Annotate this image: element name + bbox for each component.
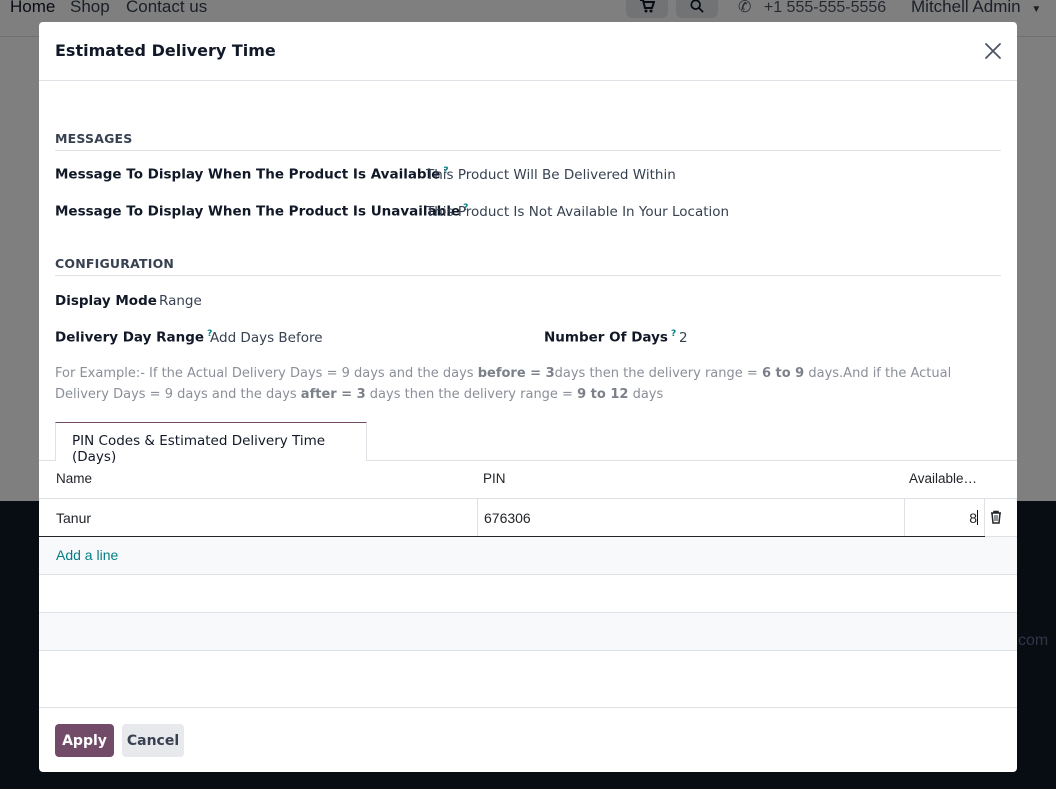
add-line-button[interactable]: Add a line — [56, 547, 118, 563]
example-bold: after = 3 — [300, 387, 366, 402]
example-text: days — [628, 387, 664, 402]
column-header-name[interactable]: Name — [56, 471, 92, 486]
help-tooltip-icon[interactable]: ? — [671, 329, 676, 339]
tab-pin-codes[interactable]: PIN Codes & Estimated Delivery Time (Day… — [55, 422, 367, 465]
delivery-time-dialog: Estimated Delivery Time MESSAGES Message… — [39, 22, 1017, 772]
apply-button[interactable]: Apply — [55, 724, 114, 757]
list-item — [39, 575, 1017, 613]
display-mode-field[interactable]: Range — [159, 293, 202, 309]
example-bold: 6 to 9 — [761, 366, 805, 381]
column-header-available[interactable]: Available… — [909, 471, 977, 486]
number-of-days-field[interactable]: 2 — [679, 330, 688, 346]
messages-section-title: MESSAGES — [55, 131, 1001, 151]
list-item — [39, 613, 1017, 651]
text-cursor — [977, 510, 978, 525]
unavailable-message-label: Message To Display When The Product Is U… — [55, 203, 468, 220]
range-example-text: For Example:- If the Actual Delivery Day… — [55, 363, 1001, 405]
trash-icon — [991, 510, 1001, 524]
list-item — [39, 537, 1017, 575]
modal-footer: Apply Cancel — [39, 707, 1017, 772]
modal-title: Estimated Delivery Time — [55, 41, 276, 60]
delivery-day-range-field[interactable]: Add Days Before — [210, 330, 323, 346]
example-text: days then the delivery range = — [554, 366, 762, 381]
unavailable-message-field[interactable]: This Product Is Not Available In Your Lo… — [426, 204, 729, 220]
delivery-day-range-label-text: Delivery Day Range — [55, 329, 205, 346]
available-message-field[interactable]: This Product Will Be Delivered Within — [426, 167, 676, 183]
example-text: For Example:- If the Actual Delivery Day… — [55, 366, 478, 381]
number-of-days-label: Number Of Days? — [544, 329, 676, 346]
display-mode-label: Display Mode — [55, 293, 157, 309]
available-days-value: 8 — [969, 510, 977, 526]
unavailable-message-label-text: Message To Display When The Product Is U… — [55, 203, 461, 220]
cell-name[interactable]: Tanur — [39, 499, 477, 537]
example-bold: 9 to 12 — [577, 387, 629, 402]
delete-row-button[interactable] — [985, 499, 1017, 537]
example-text: days then the delivery range = — [365, 387, 578, 402]
column-header-pin[interactable]: PIN — [483, 471, 506, 486]
delivery-day-range-label: Delivery Day Range? — [55, 329, 212, 346]
cell-pin[interactable]: 676306 — [477, 499, 904, 537]
available-message-label-text: Message To Display When The Product Is A… — [55, 166, 441, 183]
available-message-label: Message To Display When The Product Is A… — [55, 166, 449, 183]
example-bold: before = 3 — [477, 366, 555, 381]
modal-header: Estimated Delivery Time — [39, 22, 1017, 81]
close-icon — [985, 43, 1001, 59]
cell-available-days[interactable]: 8 — [904, 499, 985, 537]
configuration-section-title: CONFIGURATION — [55, 256, 1001, 276]
number-of-days-label-text: Number Of Days — [544, 329, 668, 346]
close-button[interactable] — [982, 40, 1004, 62]
cancel-button[interactable]: Cancel — [122, 724, 184, 757]
